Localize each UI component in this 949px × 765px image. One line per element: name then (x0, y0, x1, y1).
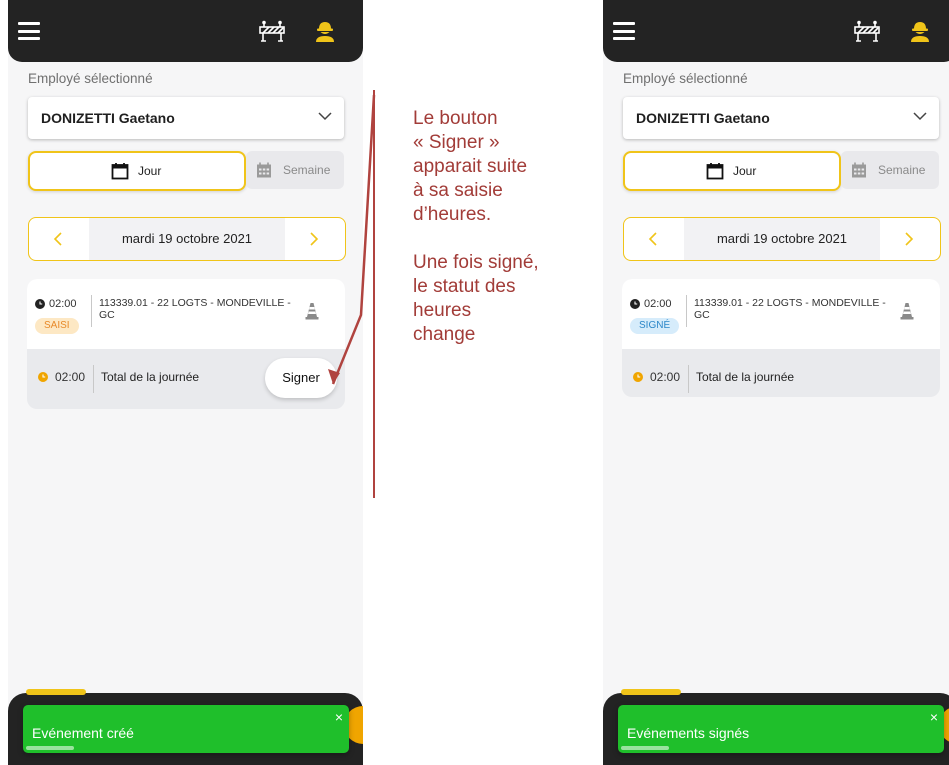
annotation-line: d’heures. (413, 204, 492, 225)
close-icon[interactable]: × (930, 709, 938, 725)
annotation-divider-line (373, 90, 375, 498)
traffic-cone-icon (900, 303, 914, 320)
hamburger-icon[interactable] (18, 22, 40, 40)
calendar-icon (111, 163, 129, 180)
annotation-text: Le bouton « Signer » apparait suite à sa… (413, 107, 603, 347)
construction-worker-icon[interactable] (314, 19, 336, 43)
annotation-line: heures (413, 300, 472, 321)
road-barrier-icon[interactable] (853, 20, 881, 42)
traffic-cone-icon (305, 303, 319, 320)
chevron-right-icon (905, 232, 914, 246)
clock-icon (38, 372, 48, 382)
employee-label: Employé sélectionné (623, 71, 748, 86)
phone-screen-after: Employé sélectionné DONIZETTI Gaetano Jo… (603, 0, 949, 765)
week-view-button[interactable]: Semaine (246, 151, 344, 189)
hamburger-icon[interactable] (613, 22, 635, 40)
annotation-line: apparait suite (413, 156, 528, 177)
annotation-line: change (413, 324, 476, 345)
day-view-button[interactable]: Jour (623, 151, 841, 191)
close-icon[interactable]: × (335, 709, 343, 725)
status-badge: SIGNÉ (630, 318, 680, 334)
annotation-line: Une fois signé, (413, 252, 539, 273)
annotation-line: le statut des (413, 276, 516, 297)
next-day-button[interactable] (285, 218, 345, 260)
annotation-line: « Signer » (413, 132, 500, 153)
current-date[interactable]: mardi 19 octobre 2021 (89, 218, 285, 260)
toast-progress (26, 746, 74, 750)
chevron-left-icon (53, 232, 62, 246)
total-duration: 02:00 (55, 370, 86, 384)
time-entry-row[interactable]: 02:00 113339.01 - 22 LOGTS - MONDEVILLE … (622, 279, 940, 349)
toast-notification: Evénements signés × (618, 705, 944, 753)
road-barrier-icon[interactable] (258, 20, 286, 42)
divider (93, 365, 94, 393)
annotation-line: Le bouton (413, 108, 498, 129)
sign-button[interactable]: Signer (265, 358, 337, 398)
week-view-button[interactable]: Semaine (841, 151, 939, 189)
toast-notification: Evénement créé × (23, 705, 349, 753)
chevron-right-icon (310, 232, 319, 246)
date-navigator: mardi 19 octobre 2021 (28, 217, 346, 261)
current-date-label: mardi 19 octobre 2021 (716, 231, 848, 246)
total-label: Total de la journée (696, 370, 795, 384)
week-view-label: Semaine (878, 163, 926, 177)
total-duration: 02:00 (650, 370, 681, 384)
time-entry-card: 02:00 113339.01 - 22 LOGTS - MONDEVILLE … (622, 279, 940, 397)
day-view-button[interactable]: Jour (28, 151, 246, 191)
toast-message: Evénement créé (32, 725, 134, 741)
chevron-down-icon (913, 112, 927, 121)
phone-screen-before: Employé sélectionné DONIZETTI Gaetano Jo… (8, 0, 363, 765)
employee-select[interactable]: DONIZETTI Gaetano (623, 97, 939, 139)
next-day-button[interactable] (880, 218, 940, 260)
calendar-grid-icon (852, 162, 866, 178)
clock-icon (35, 299, 45, 309)
total-label: Total de la journée (101, 370, 200, 384)
active-tab-indicator (621, 689, 681, 695)
calendar-grid-icon (257, 162, 271, 178)
construction-worker-icon[interactable] (909, 19, 931, 43)
chevron-down-icon (318, 112, 332, 121)
day-total-row: 02:00 Total de la journée Signer (27, 349, 345, 409)
entry-project: 113339.01 - 22 LOGTS - MONDEVILLE - GC (99, 297, 291, 321)
employee-select[interactable]: DONIZETTI Gaetano (28, 97, 344, 139)
clock-icon (633, 372, 643, 382)
employee-select-value: DONIZETTI Gaetano (41, 110, 175, 126)
day-total-row: 02:00 Total de la journée (622, 349, 940, 397)
employee-select-value: DONIZETTI Gaetano (636, 110, 770, 126)
current-date-label: mardi 19 octobre 2021 (121, 231, 253, 246)
time-entry-row[interactable]: 02:00 113339.01 - 22 LOGTS - MONDEVILLE … (27, 279, 345, 349)
toast-message: Evénements signés (627, 725, 750, 741)
divider (91, 295, 92, 327)
time-entry-card: 02:00 113339.01 - 22 LOGTS - MONDEVILLE … (27, 279, 345, 409)
top-app-bar (8, 0, 363, 62)
annotation-line: à sa saisie (413, 180, 503, 201)
divider (686, 295, 687, 327)
divider (688, 365, 689, 393)
previous-day-button[interactable] (624, 218, 684, 260)
current-date[interactable]: mardi 19 octobre 2021 (684, 218, 880, 260)
chevron-left-icon (648, 232, 657, 246)
top-app-bar (603, 0, 949, 62)
day-view-label: Jour (138, 164, 162, 178)
week-view-label: Semaine (283, 163, 331, 177)
previous-day-button[interactable] (29, 218, 89, 260)
toast-progress (621, 746, 669, 750)
day-view-label: Jour (733, 164, 757, 178)
entry-duration: 02:00 (49, 298, 77, 310)
entry-duration: 02:00 (644, 298, 672, 310)
date-navigator: mardi 19 octobre 2021 (623, 217, 941, 261)
status-badge: SAISI (35, 318, 79, 334)
employee-label: Employé sélectionné (28, 71, 153, 86)
active-tab-indicator (26, 689, 86, 695)
calendar-icon (706, 163, 724, 180)
entry-project: 113339.01 - 22 LOGTS - MONDEVILLE - GC (694, 297, 886, 321)
clock-icon (630, 299, 640, 309)
